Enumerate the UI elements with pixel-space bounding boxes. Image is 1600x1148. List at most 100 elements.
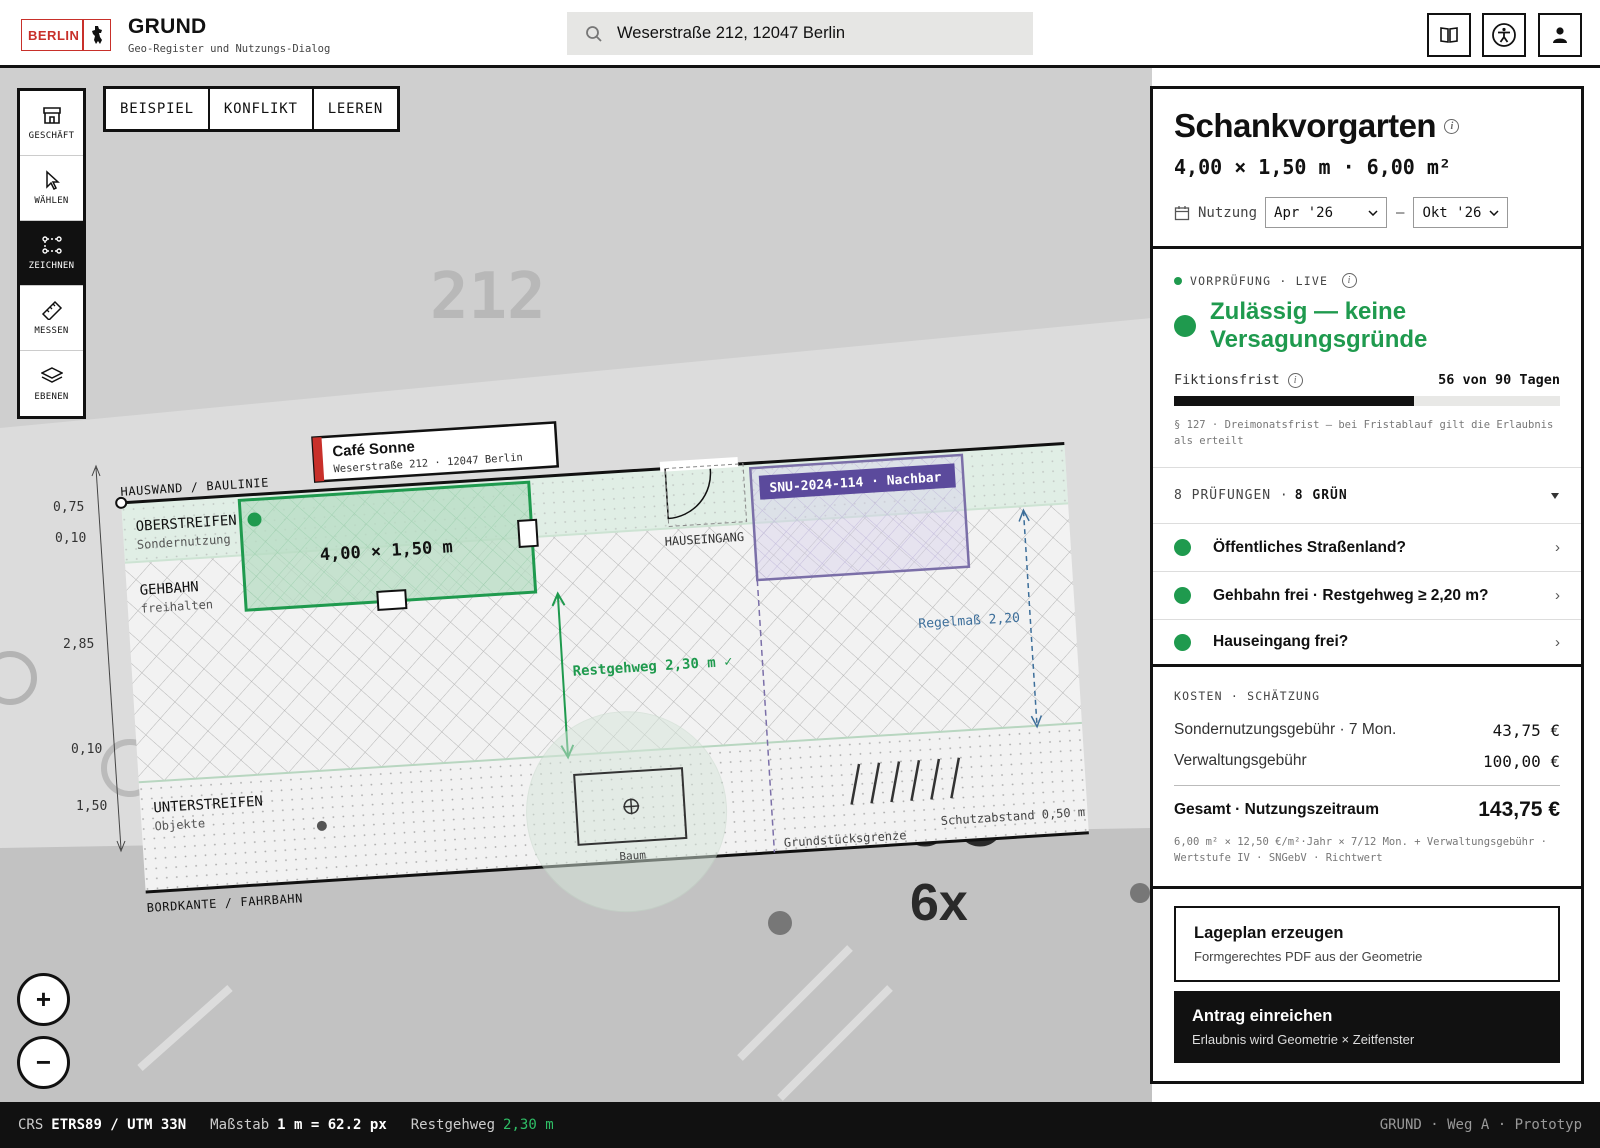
app-subtitle: Geo-Register und Nutzungs-Dialog [128, 43, 331, 55]
check-label: Öffentliches Straßenland? [1213, 538, 1406, 556]
tool-palette: GESCHÄFT WÄHLEN ZEICHNEN MESSEN EBENEN [17, 88, 86, 419]
checks-green: 8 GRÜN [1294, 488, 1348, 503]
caret-down-icon [1551, 492, 1559, 499]
status-headline: Zulässig — keine Versagungsgründe [1210, 298, 1428, 353]
permit-summary: Schankvorgarten i 4,00 × 1,50 m · 6,00 m… [1153, 89, 1581, 249]
tool-shop[interactable]: GESCHÄFT [20, 91, 83, 156]
dim-150: 1,50 [76, 799, 107, 814]
chevron-right-icon: › [1555, 633, 1560, 651]
handbook-button[interactable] [1427, 13, 1471, 57]
button-title: Antrag einreichen [1192, 1007, 1333, 1025]
zoom-out-button[interactable]: − [17, 1036, 70, 1089]
precheck-status: VORPRÜFUNG · LIVE i Zulässig — keine Ver… [1153, 249, 1581, 468]
scenario-conflict-button[interactable]: KONFLIKT [210, 89, 314, 129]
dim-285: 2,85 [63, 637, 94, 652]
account-button[interactable] [1538, 13, 1582, 57]
cost-kicker: KOSTEN · SCHÄTZUNG [1174, 689, 1321, 703]
checks-summary[interactable]: 8 PRÜFUNGEN · 8 GRÜN [1153, 468, 1581, 523]
check-row[interactable]: Gehbahn frei · Restgehweg ≥ 2,20 m? › [1153, 571, 1581, 619]
brand: GRUND Geo-Register und Nutzungs-Dialog [128, 15, 330, 55]
scenario-switcher: BEISPIEL KONFLIKT LEEREN [103, 86, 401, 132]
zoom-in-button[interactable]: + [17, 973, 70, 1026]
map-canvas[interactable]: 212 6x 4,00 × 1,50 m HAUSEINGANG SNU-202… [0, 68, 1152, 1102]
end-month-select[interactable]: Okt '26 [1413, 197, 1509, 228]
draw-icon [41, 236, 62, 254]
submit-application-button[interactable]: Antrag einreichen Erlaubnis wird Geometr… [1174, 991, 1560, 1063]
cost-label: Verwaltungsgebühr [1174, 752, 1307, 769]
logo-text: BERLIN [28, 27, 80, 43]
total-value: 143,75 € [1478, 798, 1560, 821]
cost-estimate: KOSTEN · SCHÄTZUNG Sondernutzungsgebühr … [1153, 667, 1581, 889]
button-subtitle: Formgerechtes PDF aus der Geometrie [1194, 949, 1423, 964]
road-marking: 6x [910, 874, 968, 932]
chevron-down-icon [1489, 209, 1499, 216]
range-dash: – [1396, 204, 1405, 221]
cost-value: 100,00 € [1482, 752, 1560, 771]
crs-label: CRS [18, 1117, 44, 1133]
tool-measure[interactable]: MESSEN [20, 286, 83, 351]
panel-dimensions: 4,00 × 1,50 m · 6,00 m² [1174, 155, 1451, 179]
user-icon [1553, 27, 1567, 43]
cost-note: 6,00 m² × 12,50 €/m²·Jahr × 7/12 Mon. + … [1174, 836, 1547, 864]
rest-label: Restgehweg [410, 1117, 496, 1133]
check-row[interactable]: Öffentliches Straßenland? › [1153, 523, 1581, 571]
deadline-progress-bar [1174, 396, 1560, 406]
calendar-icon [1174, 205, 1190, 220]
tool-label: MESSEN [34, 326, 69, 336]
deadline-label: Fiktionsfrist [1174, 372, 1280, 388]
panel-actions: Lageplan erzeugen Formgerechtes PDF aus … [1153, 889, 1581, 1084]
scenario-clear-button[interactable]: LEEREN [314, 89, 397, 129]
tool-draw[interactable]: ZEICHNEN [20, 221, 83, 286]
check-label: Hauseingang frei? [1213, 633, 1349, 650]
cost-value: 43,75 € [1492, 721, 1560, 740]
rest-value: 2,30 m [503, 1117, 554, 1133]
end-month-value: Okt '26 [1422, 204, 1482, 221]
crs-value: ETRS89 / UTM 33N [51, 1117, 187, 1133]
info-icon[interactable]: i [1342, 273, 1358, 288]
bear-icon [84, 25, 111, 45]
start-month-select[interactable]: Apr '26 [1265, 197, 1388, 228]
info-icon[interactable]: i [1287, 372, 1303, 388]
tool-select[interactable]: WÄHLEN [20, 156, 83, 221]
checks-count: 8 PRÜFUNGEN · [1174, 488, 1289, 503]
accessibility-icon [1492, 23, 1516, 47]
minus-icon: − [35, 1047, 52, 1077]
check-row[interactable]: Hauseingang frei? › [1153, 619, 1581, 667]
scale-value: 1 m = 62.2 px [277, 1117, 387, 1133]
button-subtitle: Erlaubnis wird Geometrie × Zeitfenster [1192, 1032, 1415, 1047]
book-icon [1440, 27, 1458, 43]
app-version: GRUND · Weg A · Prototyp [1379, 1117, 1582, 1133]
tree-label: Baum [619, 849, 647, 864]
cost-total: Gesamt · Nutzungszeitraum 143,75 € [1174, 785, 1560, 822]
info-icon[interactable]: i [1444, 118, 1460, 134]
start-month-value: Apr '26 [1274, 204, 1334, 221]
house-number: 212 [430, 260, 546, 334]
button-title: Lageplan erzeugen [1194, 924, 1344, 942]
chevron-right-icon: › [1555, 539, 1560, 556]
generate-siteplan-button[interactable]: Lageplan erzeugen Formgerechtes PDF aus … [1174, 906, 1560, 982]
search-input[interactable] [617, 24, 997, 43]
check-ok-icon [1174, 633, 1191, 651]
dim-010-top: 0,10 [55, 531, 86, 546]
app-title: GRUND [128, 15, 207, 38]
chevron-right-icon: › [1555, 587, 1560, 604]
scale-label: Maßstab [210, 1117, 270, 1133]
detail-panel: Schankvorgarten i 4,00 × 1,50 m · 6,00 m… [1150, 86, 1584, 1084]
scenario-example-button[interactable]: BEISPIEL [106, 89, 210, 129]
status-bar: CRS ETRS89 / UTM 33N Maßstab 1 m = 62.2 … [0, 1102, 1600, 1148]
dim-010-bottom: 0,10 [71, 742, 102, 757]
accessibility-button[interactable] [1482, 13, 1526, 57]
dim-075: 0,75 [53, 500, 84, 515]
panel-title: Schankvorgarten [1174, 107, 1437, 144]
berlin-logo[interactable]: BERLIN [21, 19, 111, 51]
layers-icon [40, 366, 63, 383]
address-search[interactable] [567, 12, 1033, 55]
status-kicker: VORPRÜFUNG · LIVE [1190, 273, 1329, 288]
cost-label: Sondernutzungsgebühr · 7 Mon. [1174, 721, 1397, 738]
usage-label: Nutzung [1198, 204, 1258, 221]
deadline-note: § 127 · Dreimonatsfrist — bei Fristablau… [1174, 419, 1554, 447]
ruler-icon [41, 300, 62, 320]
chevron-down-icon [1368, 209, 1378, 216]
tool-layers[interactable]: EBENEN [20, 351, 83, 416]
cost-row: Verwaltungsgebühr 100,00 € [1174, 752, 1560, 771]
